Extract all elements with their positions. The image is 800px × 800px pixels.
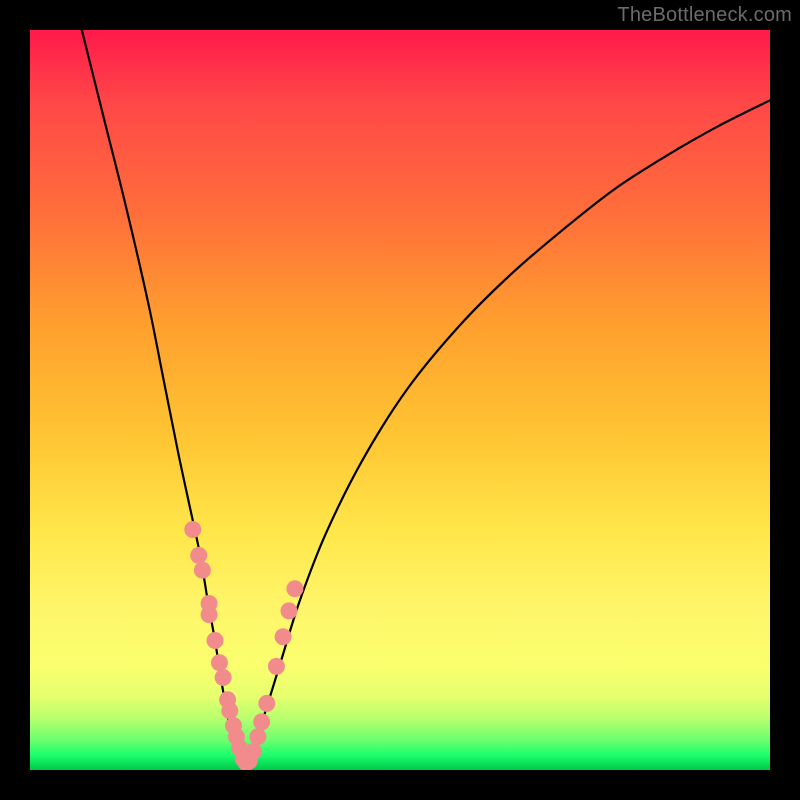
scatter-dot bbox=[275, 628, 292, 645]
scatter-dot bbox=[268, 658, 285, 675]
chart-frame: TheBottleneck.com bbox=[0, 0, 800, 800]
scatter-dot bbox=[245, 743, 262, 760]
plot-area bbox=[30, 30, 770, 770]
chart-svg bbox=[30, 30, 770, 770]
scatter-dot bbox=[211, 654, 228, 671]
scatter-dot bbox=[221, 702, 238, 719]
scatter-dot bbox=[190, 547, 207, 564]
scatter-dot bbox=[194, 562, 211, 579]
scatter-dot bbox=[258, 695, 275, 712]
scatter-dot bbox=[253, 713, 270, 730]
scatter-dot bbox=[281, 602, 298, 619]
scatter-dot bbox=[286, 580, 303, 597]
scatter-dot bbox=[215, 669, 232, 686]
scatter-dot bbox=[207, 632, 224, 649]
curve-layer bbox=[82, 30, 770, 769]
scatter-dot bbox=[184, 521, 201, 538]
curve-right_arm bbox=[243, 100, 770, 768]
scatter-dot bbox=[249, 728, 266, 745]
scatter-dot bbox=[201, 606, 218, 623]
watermark-text: TheBottleneck.com bbox=[617, 4, 792, 27]
